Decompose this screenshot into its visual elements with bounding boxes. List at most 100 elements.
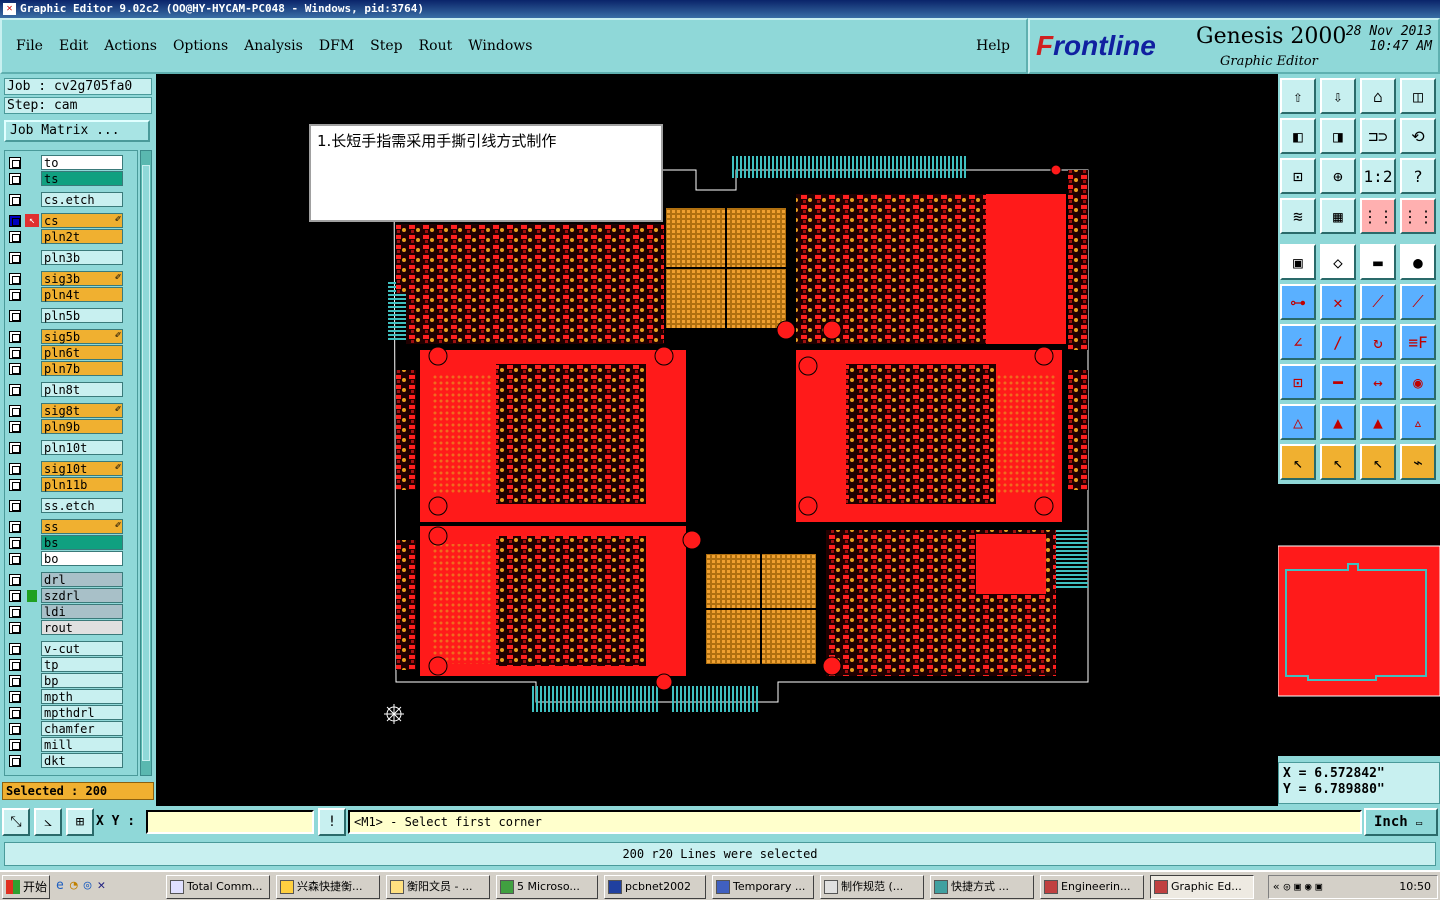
layer-name[interactable]: pln11b <box>41 477 123 492</box>
ruler-button[interactable]: ▬ <box>1360 244 1396 280</box>
ratio-button[interactable]: 1:2 <box>1360 158 1396 194</box>
menu-file[interactable]: File <box>16 38 43 54</box>
ie-icon[interactable]: e <box>56 878 64 893</box>
layer-row[interactable]: pln2t <box>7 229 125 245</box>
layer-checkbox[interactable] <box>9 553 21 565</box>
layer-name[interactable]: pln4t <box>41 287 123 302</box>
layer-name[interactable]: pln6t <box>41 345 123 360</box>
dash-button[interactable]: ━ <box>1320 364 1356 400</box>
start-button[interactable]: 开始 <box>2 875 50 899</box>
triangle-ext-button[interactable]: ▵ <box>1400 404 1436 440</box>
snap-tool-button[interactable]: ⊞ <box>66 808 94 836</box>
window-split-button[interactable]: ◫ <box>1400 78 1436 114</box>
layer-checkbox[interactable] <box>9 537 21 549</box>
layer-checkbox[interactable] <box>9 675 21 687</box>
layer-checkbox[interactable] <box>9 590 21 602</box>
layer-checkbox[interactable] <box>9 622 21 634</box>
snap-button[interactable]: ⋮⋮ <box>1400 198 1436 234</box>
layer-row[interactable]: pln10t <box>7 440 125 456</box>
job-matrix-button[interactable]: Job Matrix ... <box>4 120 150 142</box>
layer-checkbox[interactable] <box>9 500 21 512</box>
layer-name[interactable]: sig8t <box>41 403 123 418</box>
layer-checkbox[interactable] <box>9 421 21 433</box>
layer-row[interactable]: mpth <box>7 689 125 705</box>
save-button[interactable]: ⇩ <box>1320 78 1356 114</box>
layer-row[interactable]: tp <box>7 657 125 673</box>
slash-button[interactable]: / <box>1320 324 1356 360</box>
layer-checkbox[interactable] <box>9 273 21 285</box>
layer-row[interactable]: pln7b <box>7 361 125 377</box>
layer-name[interactable]: ss.etch <box>41 498 123 513</box>
rotate-button[interactable]: ⟲ <box>1400 118 1436 154</box>
layer-name[interactable]: bp <box>41 673 123 688</box>
layer-name[interactable]: sig5b <box>41 329 123 344</box>
layer-checkbox[interactable] <box>9 384 21 396</box>
layer-row[interactable]: pln4t <box>7 287 125 303</box>
layer-row[interactable]: ts <box>7 171 125 187</box>
layer-checkbox[interactable] <box>9 215 21 227</box>
taskbar-task[interactable]: 衡阳文员 - ... <box>386 875 490 899</box>
cross-button[interactable]: ✕ <box>1320 284 1356 320</box>
layer-row[interactable]: v-cut <box>7 641 125 657</box>
triangle-fill-button[interactable]: ▲ <box>1360 404 1396 440</box>
menu-help[interactable]: Help <box>976 38 1010 54</box>
layer-name[interactable]: bs <box>41 535 123 550</box>
layer-name[interactable]: ts <box>41 171 123 186</box>
clock-icon[interactable]: ◔ <box>70 878 78 893</box>
grid-button[interactable]: ▦ <box>1320 198 1356 234</box>
layer-checkbox[interactable] <box>9 310 21 322</box>
layer-checkbox[interactable] <box>9 723 21 735</box>
layer-checkbox[interactable] <box>9 755 21 767</box>
pan-right-button[interactable]: ◨ <box>1320 118 1356 154</box>
taskbar-task[interactable]: pcbnet2002 <box>604 875 706 899</box>
arc-button[interactable]: ⟋ <box>1400 284 1436 320</box>
layer-name[interactable]: to <box>41 155 123 170</box>
layer-name[interactable]: pln10t <box>41 440 123 455</box>
layer-checkbox[interactable] <box>9 643 21 655</box>
measure-tool-button[interactable]: ⦣ <box>34 808 62 836</box>
menu-actions[interactable]: Actions <box>104 38 157 54</box>
layer-checkbox[interactable] <box>9 479 21 491</box>
layer-row[interactable]: chamfer <box>7 721 125 737</box>
layer-checkbox[interactable] <box>9 405 21 417</box>
layer-checkbox[interactable] <box>9 231 21 243</box>
layer-row[interactable]: dkt <box>7 753 125 769</box>
line-button[interactable]: ⟋ <box>1360 284 1396 320</box>
layer-name[interactable]: bo <box>41 551 123 566</box>
menu-analysis[interactable]: Analysis <box>244 38 303 54</box>
layer-row[interactable]: mill <box>7 737 125 753</box>
layer-name[interactable]: cs.etch <box>41 192 123 207</box>
layer-scrollbar[interactable] <box>140 150 152 776</box>
menu-options[interactable]: Options <box>173 38 228 54</box>
settings-icon[interactable]: ◎ <box>84 878 92 893</box>
layer-name[interactable]: sig3b <box>41 271 123 286</box>
layer-name[interactable]: szdrl <box>41 588 123 603</box>
taskbar-task[interactable]: 制作规范 (... <box>820 875 924 899</box>
layer-checkbox[interactable] <box>9 331 21 343</box>
layer-row[interactable]: bs <box>7 535 125 551</box>
pan-left-button[interactable]: ◧ <box>1280 118 1316 154</box>
layer-row[interactable]: sig8t ✐ <box>7 403 125 419</box>
layer-checkbox[interactable] <box>9 574 21 586</box>
triangle-button[interactable]: △ <box>1280 404 1316 440</box>
layer-checkbox[interactable] <box>9 363 21 375</box>
layer-row[interactable]: szdrl <box>7 588 125 604</box>
layer-row[interactable]: sig5b ✐ <box>7 329 125 345</box>
menu-rout[interactable]: Rout <box>419 38 453 54</box>
route-button[interactable]: ≋ <box>1280 198 1316 234</box>
layer-name[interactable]: pln8t <box>41 382 123 397</box>
overview-window[interactable] <box>1277 484 1440 756</box>
layer-checkbox[interactable] <box>9 739 21 751</box>
taskbar-task[interactable]: Temporary ... <box>712 875 814 899</box>
layer-name[interactable]: ldi <box>41 604 123 619</box>
draw-button[interactable]: ◇ <box>1320 244 1356 280</box>
menu-step[interactable]: Step <box>370 38 402 54</box>
layer-name[interactable]: mpthdrl <box>41 705 123 720</box>
fit-button[interactable]: ⊡ <box>1280 158 1316 194</box>
layer-row[interactable]: pln6t <box>7 345 125 361</box>
alert-button[interactable]: ! <box>318 808 346 836</box>
graphic-editor-icon[interactable]: ✕ <box>97 878 105 893</box>
layer-name[interactable]: sig10t <box>41 461 123 476</box>
layer-row[interactable]: pln11b <box>7 477 125 493</box>
layer-row[interactable]: to <box>7 155 125 171</box>
